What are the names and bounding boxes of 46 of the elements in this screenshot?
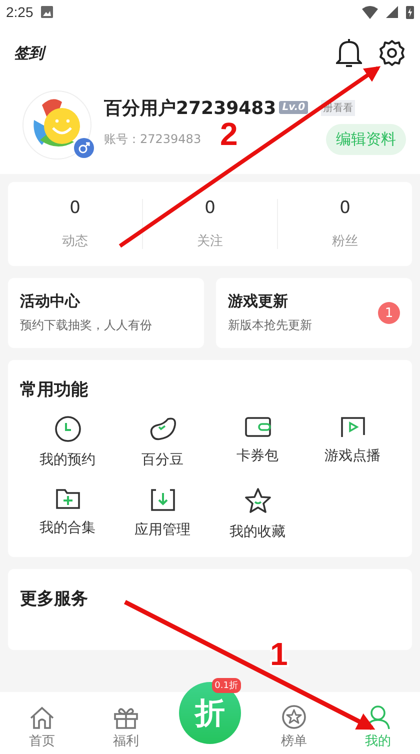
function-label[interactable]: 应用管理: [134, 521, 190, 539]
male-gender-icon: [74, 138, 94, 158]
star-circle-icon: [281, 704, 307, 730]
promo-title: 活动中心: [20, 292, 82, 311]
gift-icon: [113, 706, 139, 730]
function-label[interactable]: 我的合集: [40, 519, 96, 537]
promo-card[interactable]: 游戏更新 新版本抢先更新 1: [216, 278, 412, 348]
promo-title: 游戏更新: [228, 292, 289, 311]
clock-icon[interactable]: [54, 415, 82, 443]
function-label[interactable]: 游戏点播: [324, 447, 380, 465]
step-number: 1: [270, 636, 288, 673]
wallet-icon[interactable]: [244, 415, 272, 439]
image-notification-icon: [41, 6, 54, 18]
home-icon: [29, 706, 55, 730]
bean-icon[interactable]: [148, 415, 178, 443]
account-number: 账号：27239483: [104, 130, 202, 148]
nav-tab[interactable]: 首页: [0, 706, 84, 750]
nav-tab[interactable]: 福利: [84, 706, 168, 750]
avatar[interactable]: [22, 90, 92, 160]
download-icon[interactable]: [148, 487, 176, 513]
signal-icon: [386, 6, 398, 18]
level-badge: Lv.0: [279, 101, 308, 114]
settings-icon[interactable]: [378, 39, 406, 67]
stat-value[interactable]: 0: [204, 198, 216, 218]
stat-value[interactable]: 0: [70, 198, 80, 218]
nav-tab[interactable]: 榜单: [252, 704, 336, 750]
function-label[interactable]: 卡券包: [236, 447, 278, 465]
wifi-icon: [362, 6, 378, 18]
count-badge: 1: [378, 302, 400, 324]
promo-card[interactable]: 活动中心 预约下载抽奖，人人有份: [8, 278, 204, 348]
function-label[interactable]: 百分豆: [142, 451, 184, 469]
bell-icon[interactable]: [336, 38, 362, 68]
discount-badge: 0.1折: [212, 678, 241, 693]
star-icon[interactable]: [244, 487, 272, 515]
status-time: 2:25: [6, 4, 34, 20]
stat-value[interactable]: 0: [340, 198, 350, 218]
checkin-logo[interactable]: 签到: [14, 44, 44, 62]
section-title: 常用功能: [20, 379, 88, 401]
promo-subtitle: 预约下载抽奖，人人有份: [20, 317, 153, 334]
function-label[interactable]: 我的预约: [40, 451, 96, 469]
battery-icon: [406, 5, 414, 19]
video-play-icon[interactable]: [338, 415, 366, 439]
section-title: 更多服务: [20, 588, 88, 610]
folder-add-icon[interactable]: [54, 487, 82, 511]
function-label[interactable]: 我的收藏: [230, 523, 286, 541]
promo-subtitle: 新版本抢先更新: [228, 317, 313, 334]
